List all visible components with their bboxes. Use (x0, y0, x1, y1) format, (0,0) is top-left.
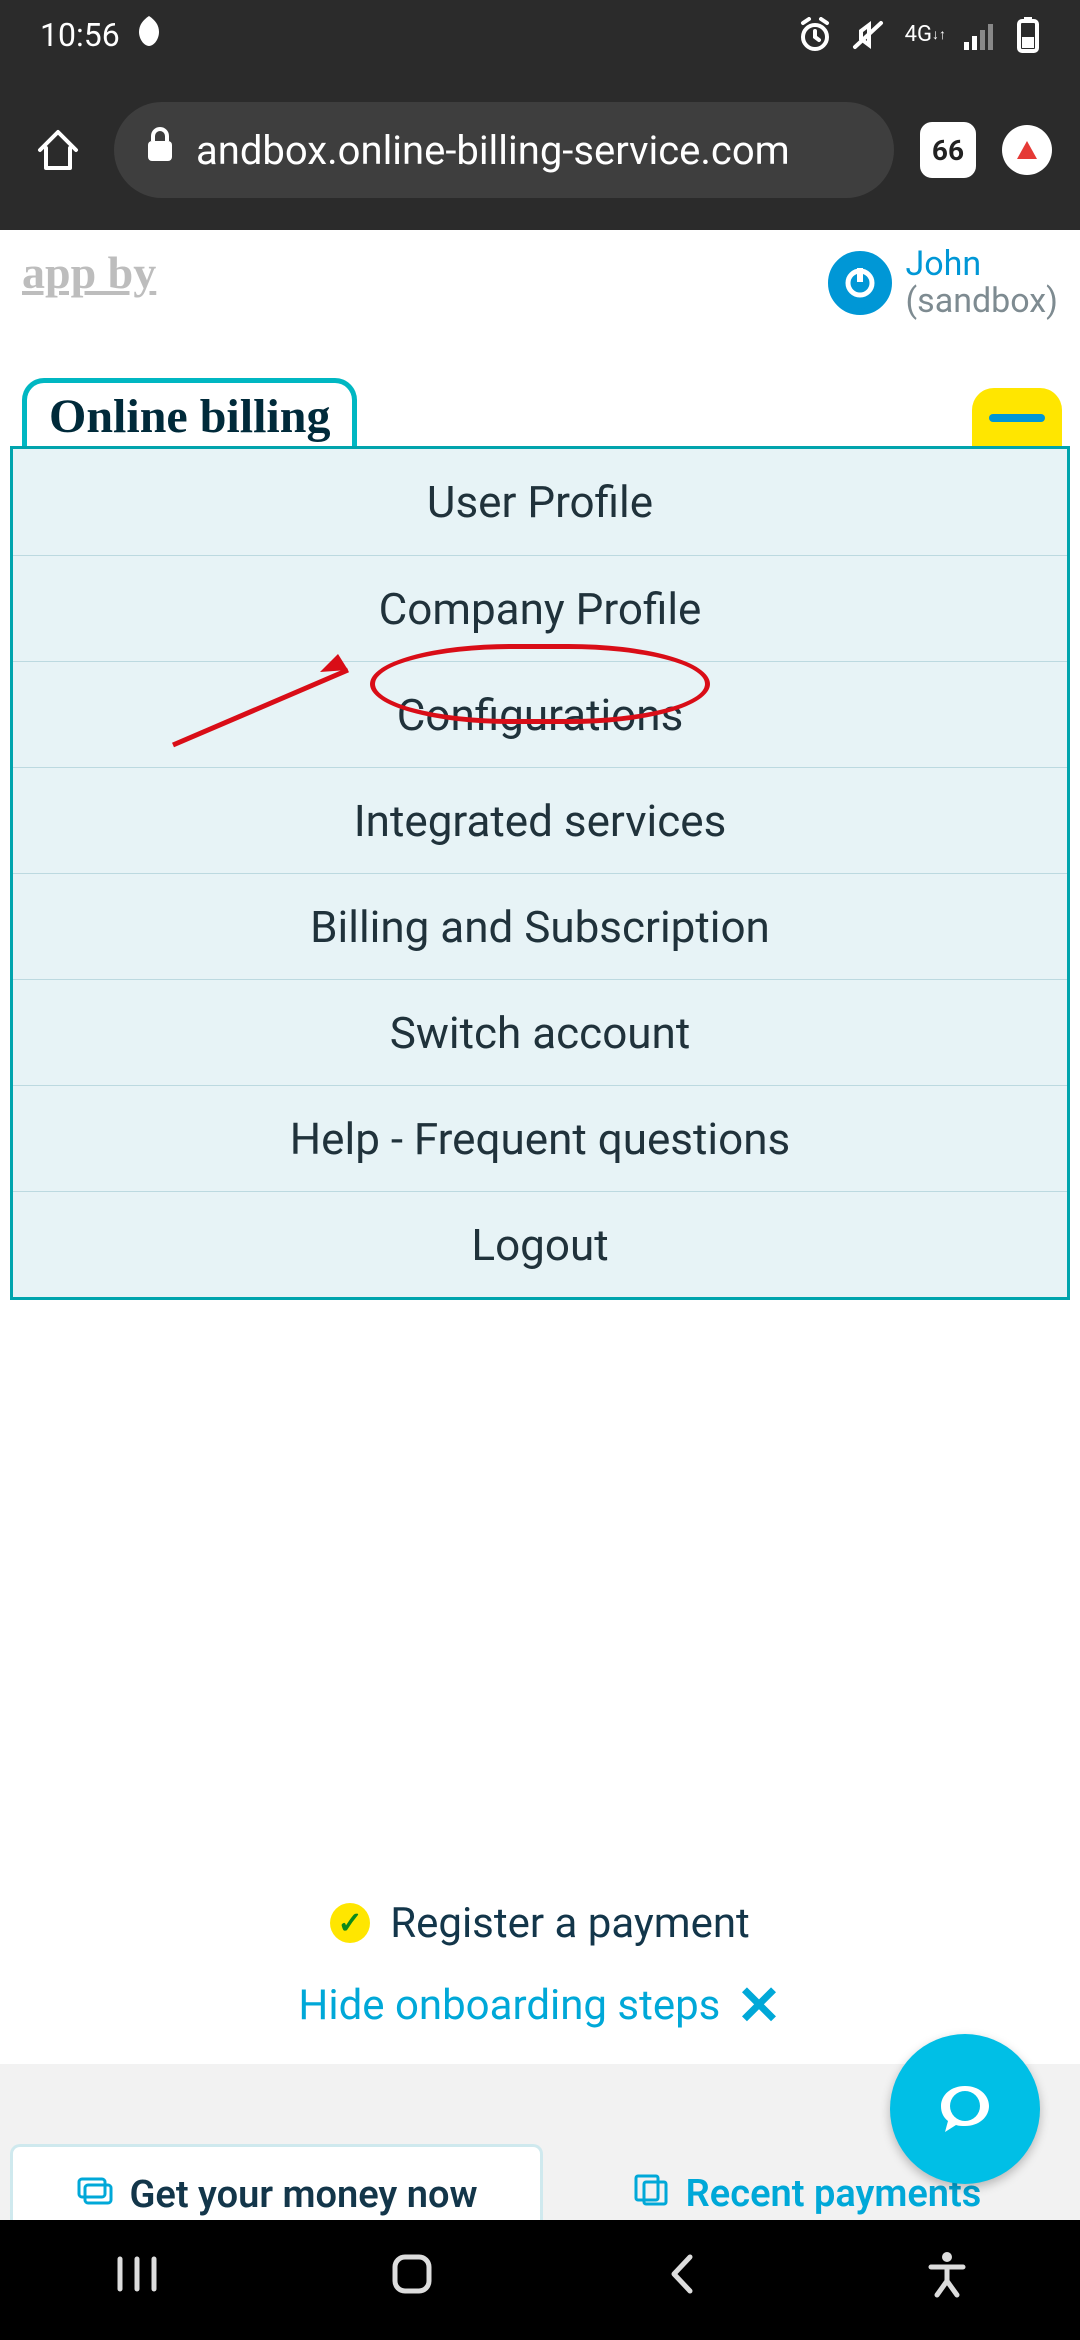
back-button[interactable] (662, 2249, 702, 2311)
menu-item-switch-account[interactable]: Switch account (13, 979, 1067, 1085)
menu-item-user-profile[interactable]: User Profile (13, 449, 1067, 555)
home-button[interactable] (385, 2247, 439, 2313)
status-time: 10:56 (40, 16, 120, 54)
menu-item-billing-subscription[interactable]: Billing and Subscription (13, 873, 1067, 979)
device-nav-bar (0, 2220, 1080, 2340)
tab-count-button[interactable]: 66 (920, 122, 976, 178)
chat-button[interactable] (890, 2034, 1040, 2184)
menu-line-icon (989, 414, 1045, 422)
chat-icon (930, 2074, 1000, 2144)
money-icon (75, 2173, 115, 2217)
arrow-up-icon (1017, 141, 1037, 159)
signal-icon (964, 20, 998, 50)
annotation-arrow (168, 650, 368, 750)
app-by-label: app by (22, 246, 156, 299)
menu-item-logout[interactable]: Logout (13, 1191, 1067, 1297)
user-name: John (906, 246, 1058, 283)
address-bar[interactable]: andbox.online-billing-service.com (114, 102, 894, 198)
app-logo[interactable]: Online billing (22, 378, 357, 450)
user-menu-trigger[interactable]: John (sandbox) (828, 246, 1058, 321)
status-bar: 10:56 4G↓↑ (0, 0, 1080, 70)
user-dropdown-menu: User Profile Company Profile Configurati… (10, 446, 1070, 1300)
browser-bar: andbox.online-billing-service.com 66 (0, 70, 1080, 230)
close-icon: ✕ (736, 1974, 781, 2038)
browser-update-button[interactable] (1002, 125, 1052, 175)
payments-icon (632, 2172, 672, 2216)
url-text: andbox.online-billing-service.com (196, 127, 864, 174)
network-4g-icon: 4G↓↑ (905, 24, 946, 46)
quicklink-register-payment[interactable]: ✓ Register a payment (30, 1883, 1050, 1964)
lock-icon (144, 125, 176, 175)
main-menu-toggle[interactable] (972, 388, 1062, 448)
power-icon (828, 251, 892, 315)
menu-item-help-faq[interactable]: Help - Frequent questions (13, 1085, 1067, 1191)
user-sandbox-label: (sandbox) (906, 283, 1058, 320)
annotation-oval (370, 644, 710, 724)
battery-icon (1016, 17, 1040, 53)
accessibility-button[interactable] (925, 2249, 969, 2311)
menu-item-integrated-services[interactable]: Integrated services (13, 767, 1067, 873)
tab-get-money[interactable]: Get your money now (10, 2144, 543, 2220)
vibrate-mute-icon (851, 17, 887, 53)
recents-button[interactable] (112, 2251, 162, 2309)
alarm-icon (797, 17, 833, 53)
page-content: app by John (sandbox) Online billing Use… (0, 230, 1080, 2220)
app-indicator-icon (136, 14, 162, 56)
check-icon: ✓ (330, 1903, 370, 1943)
browser-home-button[interactable] (28, 120, 88, 180)
hide-onboarding-button[interactable]: Hide onboarding steps ✕ (30, 1964, 1050, 2064)
